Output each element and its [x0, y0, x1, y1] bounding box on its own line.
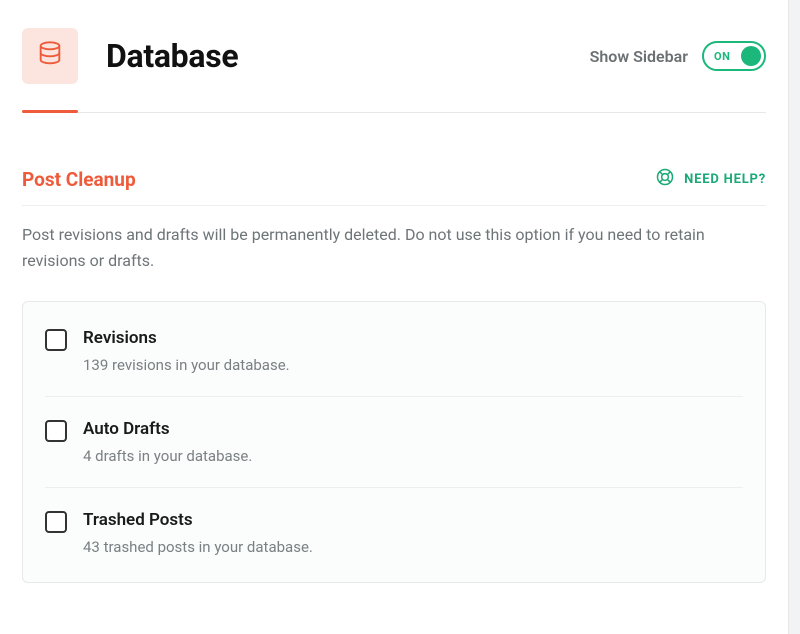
show-sidebar-toggle[interactable]: ON	[702, 41, 766, 71]
show-sidebar-label: Show Sidebar	[590, 47, 688, 66]
cleanup-item-trashed-posts: Trashed Posts 43 trashed posts in your d…	[45, 488, 743, 578]
toggle-knob	[741, 46, 761, 66]
item-content: Revisions 139 revisions in your database…	[83, 328, 743, 374]
right-gutter	[788, 0, 800, 634]
database-icon-tile	[22, 28, 78, 84]
section-header: Post Cleanup NEED HELP?	[22, 167, 766, 206]
cleanup-item-revisions: Revisions 139 revisions in your database…	[45, 306, 743, 397]
item-content: Auto Drafts 4 drafts in your database.	[83, 419, 743, 465]
section-title: Post Cleanup	[22, 168, 136, 191]
tab-underline	[22, 112, 766, 113]
section-description: Post revisions and drafts will be perman…	[22, 222, 766, 273]
page-title: Database	[106, 37, 238, 75]
cleanup-item-auto-drafts: Auto Drafts 4 drafts in your database.	[45, 397, 743, 488]
cleanup-options-card: Revisions 139 revisions in your database…	[22, 301, 766, 583]
checkbox-revisions[interactable]	[45, 329, 67, 351]
checkbox-auto-drafts[interactable]	[45, 420, 67, 442]
need-help-label: NEED HELP?	[684, 172, 766, 187]
database-icon	[36, 40, 64, 72]
item-subtitle: 4 drafts in your database.	[83, 447, 743, 465]
need-help-link[interactable]: NEED HELP?	[655, 167, 766, 191]
active-tab-indicator	[22, 110, 78, 113]
item-title: Trashed Posts	[83, 510, 743, 530]
item-content: Trashed Posts 43 trashed posts in your d…	[83, 510, 743, 556]
post-cleanup-section: Post Cleanup NEED HELP? Post revisions a…	[22, 167, 766, 583]
toggle-state-label: ON	[714, 50, 730, 63]
item-title: Auto Drafts	[83, 419, 743, 439]
header-left: Database	[22, 28, 238, 84]
item-subtitle: 43 trashed posts in your database.	[83, 538, 743, 556]
header-right: Show Sidebar ON	[590, 41, 766, 71]
checkbox-trashed-posts[interactable]	[45, 511, 67, 533]
page-header: Database Show Sidebar ON	[22, 28, 766, 84]
item-title: Revisions	[83, 328, 743, 348]
lifebuoy-icon	[655, 167, 675, 191]
item-subtitle: 139 revisions in your database.	[83, 356, 743, 374]
